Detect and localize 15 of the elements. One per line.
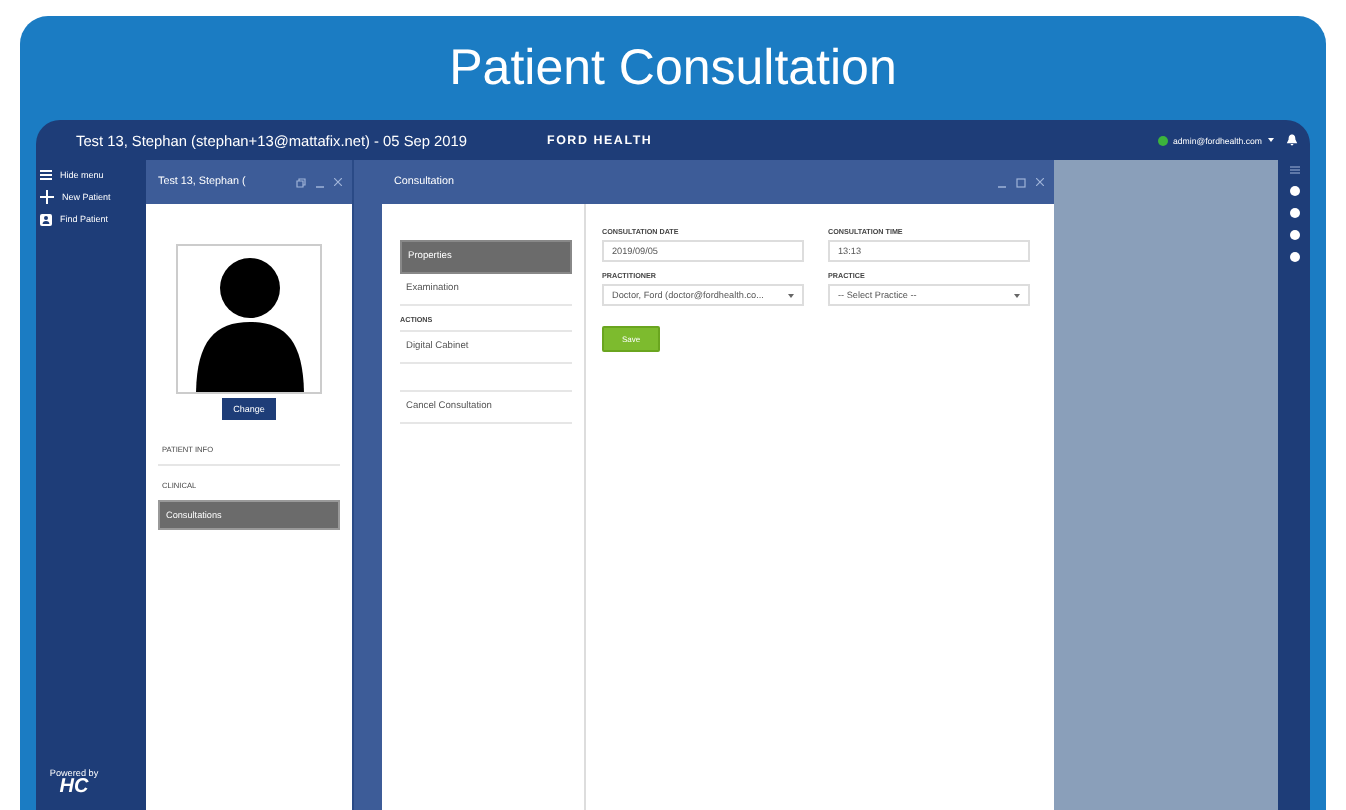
rail-dot-icon[interactable]: [1289, 230, 1299, 240]
rail-dot-icon[interactable]: [1289, 186, 1299, 196]
person-card-icon[interactable]: [40, 213, 52, 225]
close-icon[interactable]: [334, 178, 342, 186]
maximize-icon[interactable]: [1016, 177, 1026, 187]
bell-icon[interactable]: [1286, 134, 1298, 146]
caret-icon: [788, 293, 794, 297]
caret-icon[interactable]: [1268, 138, 1274, 142]
caret-icon: [1014, 293, 1020, 297]
close-icon[interactable]: [1036, 178, 1044, 186]
page-title: Patient Consultation: [449, 39, 897, 97]
restore-icon[interactable]: [296, 177, 306, 187]
rail-dot-icon[interactable]: [1289, 208, 1299, 218]
rail-dot-icon[interactable]: [1289, 252, 1299, 262]
plus-icon[interactable]: [40, 190, 54, 204]
